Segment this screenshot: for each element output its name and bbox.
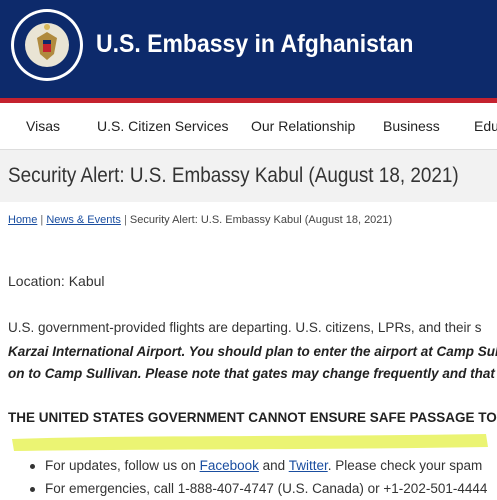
bullet-icon: [30, 463, 35, 469]
breadcrumb-news-events-link[interactable]: News & Events: [46, 214, 121, 226]
safe-passage-warning: THE UNITED STATES GOVERNMENT CANNOT ENSU…: [8, 410, 497, 425]
breadcrumb-home-link[interactable]: Home: [8, 214, 37, 226]
nav-item-visas[interactable]: Visas: [26, 118, 60, 134]
site-title[interactable]: U.S. Embassy in Afghanistan: [96, 30, 413, 59]
list-item-emergencies: For emergencies, call 1-888-407-4747 (U.…: [30, 481, 487, 496]
nav-item-us-citizen-services[interactable]: U.S. Citizen Services: [97, 118, 228, 134]
department-of-state-seal-icon[interactable]: [10, 8, 84, 82]
location-text: Location: Kabul: [8, 273, 105, 289]
bullet-text: For updates, follow us on: [45, 458, 200, 473]
list-item-updates: For updates, follow us on Facebook and T…: [30, 458, 482, 473]
alert-paragraph-line: U.S. government-provided flights are dep…: [8, 320, 482, 335]
site-header: U.S. Embassy in Afghanistan: [0, 0, 497, 98]
nav-item-our-relationship[interactable]: Our Relationship: [251, 118, 355, 134]
nav-item-education[interactable]: Educ: [474, 118, 497, 134]
bullet-text: . Please check your spam: [327, 458, 483, 473]
page-title-bar: Security Alert: U.S. Embassy Kabul (Augu…: [0, 150, 497, 202]
facebook-link[interactable]: Facebook: [200, 458, 259, 473]
alert-paragraph-line: Karzai International Airport. You should…: [8, 344, 497, 359]
alert-paragraph-line: on to Camp Sullivan. Please note that ga…: [8, 366, 497, 381]
highlighter-mark: [12, 434, 488, 451]
breadcrumb-separator: |: [120, 214, 130, 226]
page-title: Security Alert: U.S. Embassy Kabul (Augu…: [8, 164, 459, 187]
bullet-text: For emergencies, call 1-888-407-4747 (U.…: [45, 481, 488, 496]
bullet-text: and: [258, 458, 289, 473]
bullet-icon: [30, 486, 35, 492]
twitter-link[interactable]: Twitter: [289, 458, 328, 473]
breadcrumb-current: Security Alert: U.S. Embassy Kabul (Augu…: [129, 214, 393, 226]
breadcrumb: Home | News & Events | Security Alert: U…: [8, 214, 392, 226]
breadcrumb-separator: |: [37, 214, 47, 226]
nav-item-business[interactable]: Business: [383, 118, 440, 134]
main-nav: Visas U.S. Citizen Services Our Relation…: [0, 103, 497, 150]
